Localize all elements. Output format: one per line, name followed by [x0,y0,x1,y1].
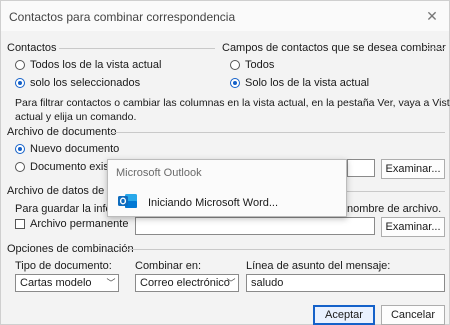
document-type-value: Cartas modelo [20,277,92,289]
close-icon[interactable]: ✕ [423,7,441,25]
subject-line-input[interactable]: saludo [246,274,445,292]
divider [125,249,445,250]
divider [426,48,445,49]
data-file-hint-right: nombre de archivo. [347,203,442,215]
filter-hint-line1: Para filtrar contactos o cambiar las col… [15,97,450,109]
radio-existing-document[interactable] [15,162,25,172]
document-type-label: Tipo de documento: [15,260,112,272]
mail-merge-dialog: Contactos para combinar correspondencia … [0,0,450,325]
merge-options-heading: Opciones de combinación [7,243,134,255]
popup-title: Microsoft Outlook [116,167,202,179]
radio-fields-all[interactable] [230,60,240,70]
permanent-file-checkbox-label[interactable]: Archivo permanente [30,218,128,230]
existing-document-path-input[interactable] [347,159,375,177]
outlook-icon [118,194,137,208]
divider [59,48,215,49]
merge-to-select[interactable]: Correo electrónico ﹀ [135,274,239,292]
browse-document-button[interactable]: Examinar... [381,159,445,179]
data-file-path-input[interactable] [135,217,375,235]
radio-contacts-selected-label[interactable]: solo los seleccionados [30,77,140,89]
title-bar: Contactos para combinar correspondencia … [1,1,449,31]
cancel-button[interactable]: Cancelar [381,305,445,325]
document-type-select[interactable]: Cartas modelo ﹀ [15,274,119,292]
filter-hint-line2: actual y elija un comando. [15,111,137,123]
radio-fields-current-view-label[interactable]: Solo los de la vista actual [245,77,369,89]
radio-fields-current-view[interactable] [230,78,240,88]
radio-existing-document-label[interactable]: Documento existe [30,161,118,173]
divider [347,191,445,192]
divider [111,132,445,133]
document-file-heading: Archivo de documento [7,126,117,138]
merge-to-value: Correo electrónico [140,277,230,289]
contacts-heading: Contactos [7,42,57,54]
permanent-file-checkbox[interactable] [15,219,25,229]
subject-line-label: Línea de asunto del mensaje: [246,260,391,272]
radio-contacts-all-label[interactable]: Todos los de la vista actual [30,59,161,71]
fields-heading: Campos de contactos que se desea combina… [222,42,446,54]
radio-new-document-label[interactable]: Nuevo documento [30,143,119,155]
radio-contacts-selected[interactable] [15,78,25,88]
chevron-down-icon: ﹀ [106,278,116,288]
ok-button[interactable]: Aceptar [313,305,375,325]
radio-fields-all-label[interactable]: Todos [245,59,274,71]
chevron-down-icon: ﹀ [226,278,236,288]
data-file-heading: Archivo de datos de lo [7,185,116,197]
browse-data-file-button[interactable]: Examinar... [381,217,445,237]
radio-new-document[interactable] [15,144,25,154]
merge-to-label: Combinar en: [135,260,202,272]
outlook-progress-popup: Microsoft Outlook Iniciando Microsoft Wo… [107,159,347,217]
popup-message: Iniciando Microsoft Word... [148,197,279,209]
window-title: Contactos para combinar correspondencia [9,10,236,24]
radio-contacts-all[interactable] [15,60,25,70]
